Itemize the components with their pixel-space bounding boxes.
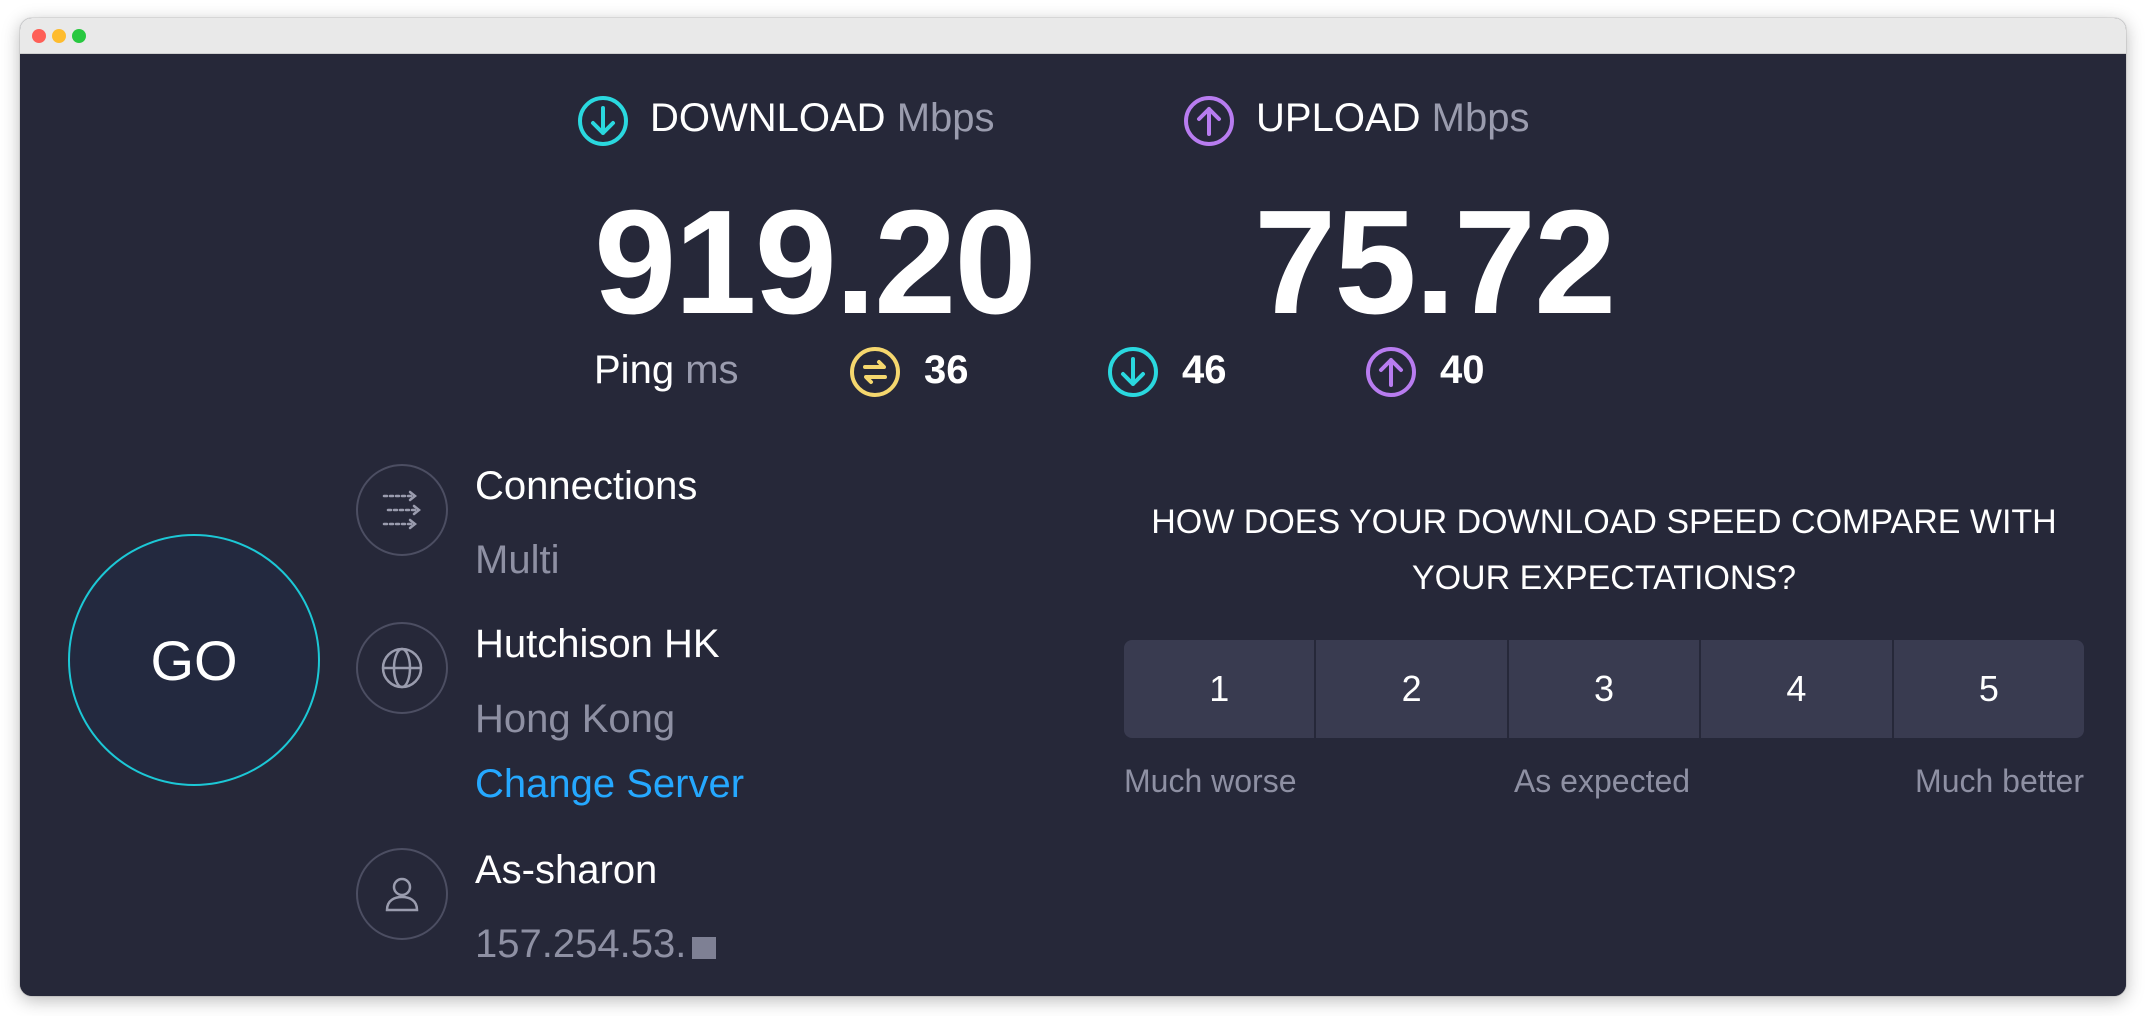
download-header: DOWNLOAD Mbps bbox=[650, 96, 995, 141]
globe-icon bbox=[356, 622, 448, 714]
upload-label: UPLOAD bbox=[1256, 96, 1421, 140]
minimize-window-button[interactable] bbox=[52, 29, 66, 43]
survey-question: HOW DOES YOUR DOWNLOAD SPEED COMPARE WIT… bbox=[1124, 494, 2084, 606]
ping-idle-value: 36 bbox=[924, 348, 969, 392]
provider-ip: 157.254.53. bbox=[475, 922, 717, 967]
upload-arrow-icon bbox=[1182, 94, 1236, 153]
scale-low-label: Much worse bbox=[1124, 763, 1297, 799]
rating-option-2[interactable]: 2 bbox=[1316, 640, 1507, 738]
redacted-block bbox=[692, 937, 717, 959]
ping-unit: ms bbox=[685, 348, 739, 392]
jitter-icon bbox=[848, 345, 902, 404]
go-button[interactable]: GO bbox=[68, 534, 320, 786]
rating-option-3[interactable]: 3 bbox=[1508, 640, 1700, 738]
connections-title: Connections bbox=[475, 464, 698, 508]
rating-option-5[interactable]: 5 bbox=[1893, 640, 2084, 738]
download-unit: Mbps bbox=[896, 96, 995, 140]
server-name: Hutchison HK bbox=[475, 622, 720, 666]
download-speed-value: 919.20 bbox=[594, 180, 1037, 345]
survey-question-line2: YOUR EXPECTATIONS? bbox=[1411, 559, 1797, 597]
download-arrow-icon bbox=[576, 94, 630, 153]
speedtest-panel: DOWNLOAD Mbps 919.20 UPLOAD Mbps 75.72 P… bbox=[20, 54, 2126, 996]
provider-ip-text: 157.254.53. bbox=[475, 922, 687, 966]
connections-value[interactable]: Multi bbox=[475, 538, 559, 583]
survey-question-line1: HOW DOES YOUR DOWNLOAD SPEED COMPARE WIT… bbox=[1151, 503, 2057, 541]
download-label: DOWNLOAD bbox=[650, 96, 886, 140]
maximize-window-button[interactable] bbox=[72, 29, 86, 43]
upload-ping-icon bbox=[1364, 345, 1418, 404]
ping-label: Ping ms bbox=[594, 348, 739, 393]
change-server-link[interactable]: Change Server bbox=[475, 762, 744, 807]
ping-text: Ping bbox=[594, 348, 675, 392]
ping-upload-value: 40 bbox=[1440, 348, 1485, 392]
close-window-button[interactable] bbox=[32, 29, 46, 43]
server-location: Hong Kong bbox=[475, 697, 676, 741]
user-icon bbox=[356, 848, 448, 940]
rating-option-1[interactable]: 1 bbox=[1124, 640, 1315, 738]
scale-high-label: Much better bbox=[1915, 763, 2084, 799]
provider-name: As-sharon bbox=[475, 848, 658, 892]
upload-speed-value: 75.72 bbox=[1254, 180, 1616, 345]
title-bar bbox=[20, 18, 2126, 54]
download-ping-icon bbox=[1106, 345, 1160, 404]
upload-unit: Mbps bbox=[1431, 96, 1530, 140]
ping-download-value: 46 bbox=[1182, 348, 1227, 392]
rating-scale: 1 2 3 4 5 bbox=[1124, 640, 2084, 738]
upload-header: UPLOAD Mbps bbox=[1256, 96, 1529, 141]
scale-mid-label: As expected bbox=[1513, 763, 1691, 799]
browser-window: DOWNLOAD Mbps 919.20 UPLOAD Mbps 75.72 P… bbox=[20, 18, 2126, 996]
rating-option-4[interactable]: 4 bbox=[1701, 640, 1892, 738]
connections-icon bbox=[356, 464, 448, 556]
